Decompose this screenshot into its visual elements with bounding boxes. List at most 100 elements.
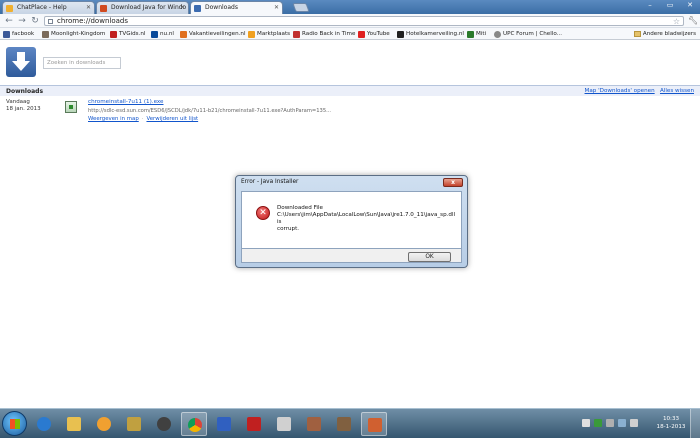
bookmark-marktplaats[interactable]: Marktplaats [248, 30, 290, 38]
bookmark-youtube[interactable]: YouTube [358, 30, 390, 38]
day-date: 18 jan. 2013 [6, 106, 41, 112]
tray-flag-icon[interactable] [606, 419, 614, 427]
taskbar-steam[interactable] [151, 412, 177, 436]
tray-network-icon[interactable] [594, 419, 602, 427]
clear-all-link[interactable]: Alles wissen [660, 88, 694, 94]
new-tab-button[interactable] [292, 3, 310, 12]
show-in-folder-link[interactable]: Weergeven in map [88, 116, 139, 122]
steam-icon [157, 417, 171, 431]
clock-date: 18-1-2013 [656, 424, 686, 430]
upc-icon [494, 30, 501, 38]
minimize-button[interactable]: – [640, 0, 660, 11]
taskbar-acrobat[interactable] [241, 412, 267, 436]
internet-explorer-icon [37, 417, 51, 431]
chatplace-icon [6, 5, 13, 12]
forward-button[interactable]: → [17, 16, 27, 26]
day-label: Vandaag [6, 99, 30, 105]
dialog-message: Downloaded File C:\Users\jim\AppData\Loc… [277, 205, 456, 232]
open-downloads-folder-link[interactable]: Map 'Downloads' openen [585, 88, 655, 94]
taskbar-game2[interactable] [331, 412, 357, 436]
facebook-icon [3, 30, 10, 38]
bookmark-moonlight[interactable]: Moonlight-Kingdom [42, 30, 105, 38]
miti-icon [467, 30, 474, 38]
download-arrow-icon [12, 52, 30, 71]
other-bookmarks[interactable]: Andere bladwijzers [633, 30, 696, 38]
back-button[interactable]: ← [4, 16, 14, 26]
error-icon: ✕ [256, 206, 270, 220]
java-icon [368, 418, 382, 432]
bookmark-upc-forum[interactable]: UPC Forum | Chello... [494, 30, 562, 38]
dialog-close-button[interactable]: x [443, 178, 463, 187]
download-actions: Weergeven in map · Verwijderen uit lijst [88, 116, 199, 122]
downloads-header: Downloads Map 'Downloads' openen Alles w… [0, 85, 700, 96]
bookmark-radio[interactable]: Radio Back in Time [293, 30, 355, 38]
tab-label: Downloads [205, 4, 238, 11]
vakantieveilingen-icon [180, 30, 187, 38]
remove-from-list-link[interactable]: Verwijderen uit lijst [146, 116, 198, 122]
downloads-title: Downloads [6, 88, 44, 95]
tab-label: ChatPlace - Help [17, 4, 67, 11]
taskbar-game[interactable] [301, 412, 327, 436]
show-desktop-button[interactable] [690, 409, 700, 438]
bookmark-miti[interactable]: Miti [467, 30, 486, 38]
hotel-icon [397, 30, 404, 38]
download-file-name[interactable]: chromeinstall-7u11 (1).exe [88, 99, 164, 105]
downloads-logo [6, 47, 36, 77]
taskbar-media-player[interactable] [91, 412, 117, 436]
dialog-body: ✕ Downloaded File C:\Users\jim\AppData\L… [241, 191, 462, 249]
maximize-button[interactable]: ▭ [660, 0, 680, 11]
chrome-icon [188, 418, 202, 432]
taskbar-internet-explorer[interactable] [31, 412, 57, 436]
clock[interactable]: 10:33 18-1-2013 [656, 415, 686, 431]
acrobat-icon [247, 417, 261, 431]
address-bar[interactable]: chrome://downloads ☆ [44, 16, 684, 26]
bookmark-tvgids[interactable]: TVGids.nl [110, 30, 145, 38]
taskbar-java[interactable] [361, 412, 387, 436]
error-dialog: Error - Java Installer x ✕ Downloaded Fi… [235, 175, 468, 268]
radio-icon [293, 30, 300, 38]
winamp-icon [127, 417, 141, 431]
bookmark-star-icon[interactable]: ☆ [673, 17, 680, 26]
start-button[interactable] [2, 411, 27, 436]
taskbar-winamp[interactable] [121, 412, 147, 436]
paint-icon [217, 417, 231, 431]
folder-icon [633, 31, 641, 37]
tab-label: Download Java for Windo [111, 4, 187, 11]
tab-downloads[interactable]: Downloads ✕ [190, 1, 283, 14]
address-text: chrome://downloads [57, 17, 128, 25]
bookmark-vakantieveilingen[interactable]: Vakantieveilingen.nl [180, 30, 246, 38]
taskbar-paint[interactable] [211, 412, 237, 436]
taskbar-wolf[interactable] [271, 412, 297, 436]
close-tab-icon[interactable]: ✕ [86, 4, 91, 11]
downloads-search-input[interactable]: Zoeken in downloads [43, 57, 121, 69]
dialog-footer: OK [241, 249, 462, 263]
tvgids-icon [110, 30, 117, 38]
media-player-icon [97, 417, 111, 431]
file-icon [65, 101, 77, 113]
tray-show-hidden-icon[interactable] [582, 419, 590, 427]
download-date-group: Vandaag 18 jan. 2013 [6, 99, 41, 113]
tab-chatplace[interactable]: ChatPlace - Help ✕ [2, 1, 95, 14]
tray-monitor-icon[interactable] [618, 419, 626, 427]
taskbar-chrome[interactable] [181, 412, 207, 436]
close-window-button[interactable]: ✕ [680, 0, 700, 11]
wrench-menu-icon[interactable]: 🔧︎ [688, 16, 698, 26]
taskbar-explorer[interactable] [61, 412, 87, 436]
bookmark-facebook[interactable]: facbook [3, 30, 34, 38]
system-tray [582, 413, 652, 435]
tray-volume-icon[interactable] [630, 419, 638, 427]
download-url: http://sdlc-esd.sun.com/ESD6/JSCDL/jdk/7… [88, 108, 332, 114]
ok-button[interactable]: OK [408, 252, 451, 262]
close-tab-icon[interactable]: ✕ [274, 4, 279, 11]
nu-icon [151, 30, 158, 38]
game2-icon [337, 417, 351, 431]
bookmark-nu[interactable]: nu.nl [151, 30, 174, 38]
reload-button[interactable]: ↻ [30, 16, 40, 26]
wolf-icon [277, 417, 291, 431]
bookmarks-bar: facbook Moonlight-Kingdom TVGids.nl nu.n… [0, 28, 700, 40]
close-tab-icon[interactable]: ✕ [180, 4, 185, 11]
bookmark-hotelkamerveiling[interactable]: Hotelkamerveiling.nl [397, 30, 464, 38]
folder-icon [67, 417, 81, 431]
marktplaats-icon [248, 30, 255, 38]
tab-java-download[interactable]: Download Java for Windo ✕ [96, 1, 189, 14]
